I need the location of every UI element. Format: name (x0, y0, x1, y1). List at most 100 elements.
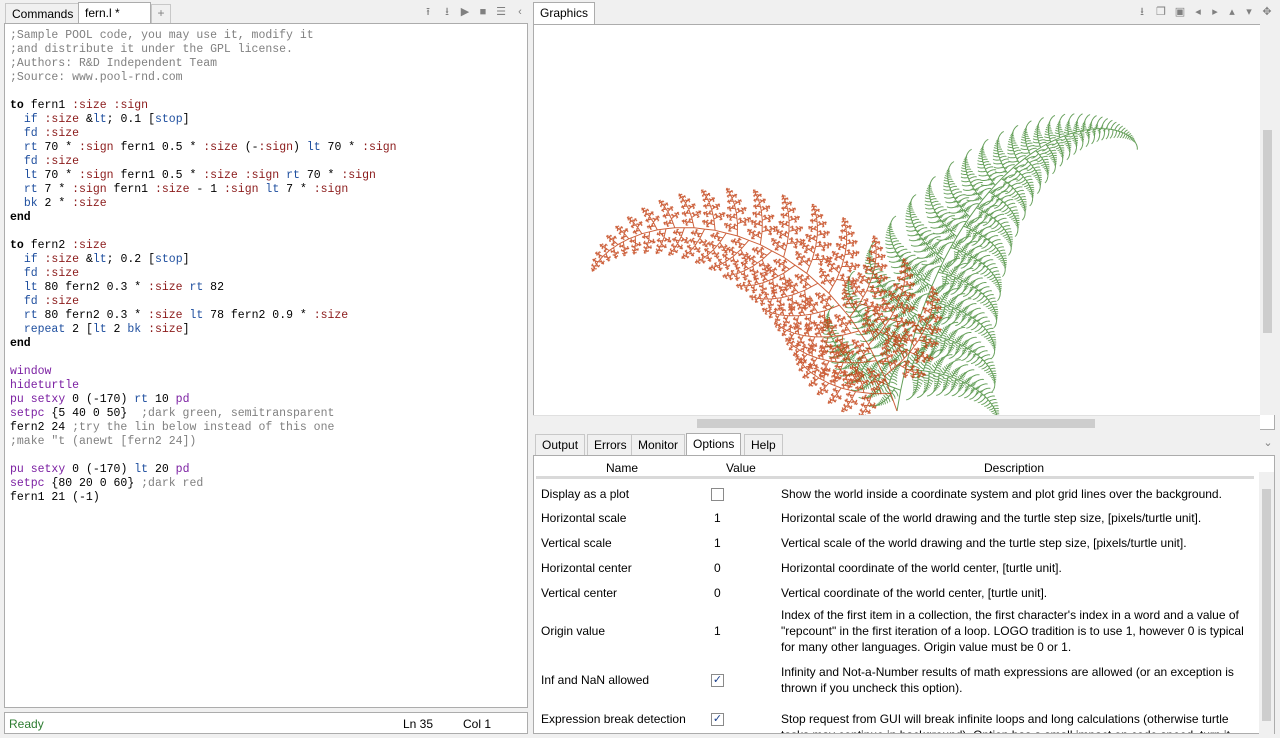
option-name: Inf and NaN allowed (541, 673, 650, 687)
menu-icon[interactable]: ☰ (495, 6, 507, 18)
code-line[interactable]: end (10, 211, 527, 225)
tab-output[interactable]: Output (535, 434, 586, 455)
code-line[interactable] (10, 351, 527, 365)
options-scroll-thumb[interactable] (1262, 489, 1271, 721)
code-line[interactable] (10, 449, 527, 463)
code-line[interactable]: bk 2 * :size (10, 197, 527, 211)
code-line[interactable]: pu setxy 0 (-170) lt 20 pd (10, 463, 527, 477)
code-line[interactable]: repeat 2 [lt 2 bk :size] (10, 323, 527, 337)
option-description: Infinity and Not-a-Number results of mat… (781, 665, 1234, 695)
code-editor[interactable]: ;Sample POOL code, you may use it, modif… (4, 23, 528, 708)
graphics-canvas[interactable] (533, 24, 1275, 430)
code-line[interactable]: if :size &lt; 0.1 [stop] (10, 113, 527, 127)
run-icon[interactable]: ▶ (459, 6, 471, 18)
code-line[interactable]: lt 70 * :sign fern1 0.5 * :size :sign rt… (10, 169, 527, 183)
code-line[interactable]: rt 70 * :sign fern1 0.5 * :size (-:sign)… (10, 141, 527, 155)
status-ready: Ready (9, 717, 44, 731)
option-description: Horizontal coordinate of the world cente… (781, 561, 1062, 575)
option-name: Expression break detection (541, 712, 686, 726)
status-bar: Ready Ln 35 Col 1 (4, 712, 528, 734)
code-line[interactable]: to fern2 :size (10, 239, 527, 253)
tab-help[interactable]: Help (744, 434, 783, 455)
code-text[interactable]: ;Sample POOL code, you may use it, modif… (5, 24, 527, 505)
export-icon[interactable]: ⭳ (1136, 6, 1148, 18)
tab-fern-file[interactable]: fern.l * (78, 2, 151, 24)
option-value[interactable]: 1 (714, 624, 721, 638)
option-row: Inf and NaN allowed ✓ Infinity and Not-a-N… (534, 661, 1256, 699)
code-line[interactable]: fd :size (10, 155, 527, 169)
code-line[interactable]: ;and distribute it under the GPL license… (10, 43, 527, 57)
code-line[interactable]: rt 80 fern2 0.3 * :size lt 78 fern2 0.9 … (10, 309, 527, 323)
option-checkbox[interactable] (711, 488, 724, 501)
option-description: Stop request from GUI will break infinit… (781, 712, 1230, 733)
code-line[interactable]: fd :size (10, 267, 527, 281)
code-line[interactable]: ;Authors: R&D Independent Team (10, 57, 527, 71)
option-description: Horizontal scale of the world drawing an… (781, 511, 1202, 525)
code-line[interactable]: hideturtle (10, 379, 527, 393)
code-line[interactable]: fern1 21 (-1) (10, 491, 527, 505)
add-tab-button[interactable]: + (151, 4, 171, 23)
tab-errors[interactable]: Errors (587, 434, 634, 455)
code-line[interactable]: pu setxy 0 (-170) rt 10 pd (10, 393, 527, 407)
upload-icon[interactable]: ⭱ (422, 6, 434, 18)
arrow-down-icon[interactable]: ▾ (1243, 6, 1255, 18)
option-description: Index of the first item in a collection,… (781, 608, 1244, 654)
vertical-scroll-thumb[interactable] (1263, 130, 1272, 333)
option-row: Origin value 1 Index of the first item in … (534, 606, 1256, 656)
fern-drawing (590, 113, 1138, 429)
options-scrollbar[interactable] (1259, 472, 1274, 734)
arrow-up-icon[interactable]: ▴ (1226, 6, 1238, 18)
code-line[interactable]: rt 7 * :sign fern1 :size - 1 :sign lt 7 … (10, 183, 527, 197)
code-line[interactable]: to fern1 :size :sign (10, 99, 527, 113)
code-line[interactable]: fd :size (10, 127, 527, 141)
option-name: Horizontal center (541, 561, 632, 575)
green-fern (822, 113, 1138, 429)
code-line[interactable]: ;make "t (anewt [fern2 24]) (10, 435, 527, 449)
option-row: Display as a plot Show the world inside a… (534, 482, 1256, 506)
stop-icon[interactable]: ■ (477, 6, 489, 18)
move-icon[interactable]: ✥ (1261, 6, 1273, 18)
option-name: Vertical scale (541, 536, 612, 550)
option-value[interactable]: 1 (714, 536, 721, 550)
option-row: Expression break detection ✓ Stop request … (534, 704, 1256, 733)
code-line[interactable]: fd :size (10, 295, 527, 309)
tab-commands[interactable]: Commands (5, 3, 81, 23)
option-description: Show the world inside a coordinate syste… (781, 487, 1222, 501)
code-line[interactable]: if :size &lt; 0.2 [stop] (10, 253, 527, 267)
option-checkbox[interactable]: ✓ (711, 674, 724, 687)
tab-graphics[interactable]: Graphics (533, 2, 596, 24)
option-value[interactable]: 0 (714, 586, 721, 600)
header-description: Description (984, 461, 1045, 475)
code-line[interactable] (10, 85, 527, 99)
code-line[interactable] (10, 225, 527, 239)
arrow-right-icon[interactable]: ▸ (1209, 6, 1221, 18)
horizontal-scroll-thumb[interactable] (697, 419, 1095, 428)
horizontal-scrollbar[interactable] (533, 415, 1260, 430)
option-name: Display as a plot (541, 487, 630, 501)
code-line[interactable]: fern2 24 ;try the lin below instead of t… (10, 421, 527, 435)
tab-monitor[interactable]: Monitor (631, 434, 686, 455)
vertical-scrollbar[interactable] (1260, 24, 1275, 415)
option-checkbox[interactable]: ✓ (711, 713, 724, 726)
code-line[interactable]: end (10, 337, 527, 351)
code-line[interactable]: setpc {5 40 0 50} ;dark green, semitrans… (10, 407, 527, 421)
code-line[interactable]: ;Sample POOL code, you may use it, modif… (10, 29, 527, 43)
code-line[interactable]: lt 80 fern2 0.3 * :size rt 82 (10, 281, 527, 295)
header-name: Name (606, 461, 639, 475)
download-icon[interactable]: ⭳ (441, 6, 453, 18)
option-description: Vertical scale of the world drawing and … (781, 536, 1187, 550)
chevron-down-icon[interactable]: ⌄ (1262, 437, 1274, 449)
tab-options[interactable]: Options (686, 433, 742, 455)
code-line[interactable]: setpc {80 20 0 60} ;dark red (10, 477, 527, 491)
code-line[interactable]: ;Source: www.pool-rnd.com (10, 71, 527, 85)
window-icon[interactable]: ▣ (1174, 6, 1186, 18)
arrow-left-icon[interactable]: ◂ (1192, 6, 1204, 18)
code-line[interactable]: window (10, 365, 527, 379)
copy-icon[interactable]: ❐ (1155, 6, 1167, 18)
option-name: Origin value (541, 624, 606, 638)
option-name: Vertical center (541, 586, 618, 600)
collapse-left-icon[interactable]: ‹ (514, 6, 526, 18)
option-value[interactable]: 1 (714, 511, 721, 525)
option-value[interactable]: 0 (714, 561, 721, 575)
options-table: Name Value Description Display as a plot… (533, 455, 1275, 734)
